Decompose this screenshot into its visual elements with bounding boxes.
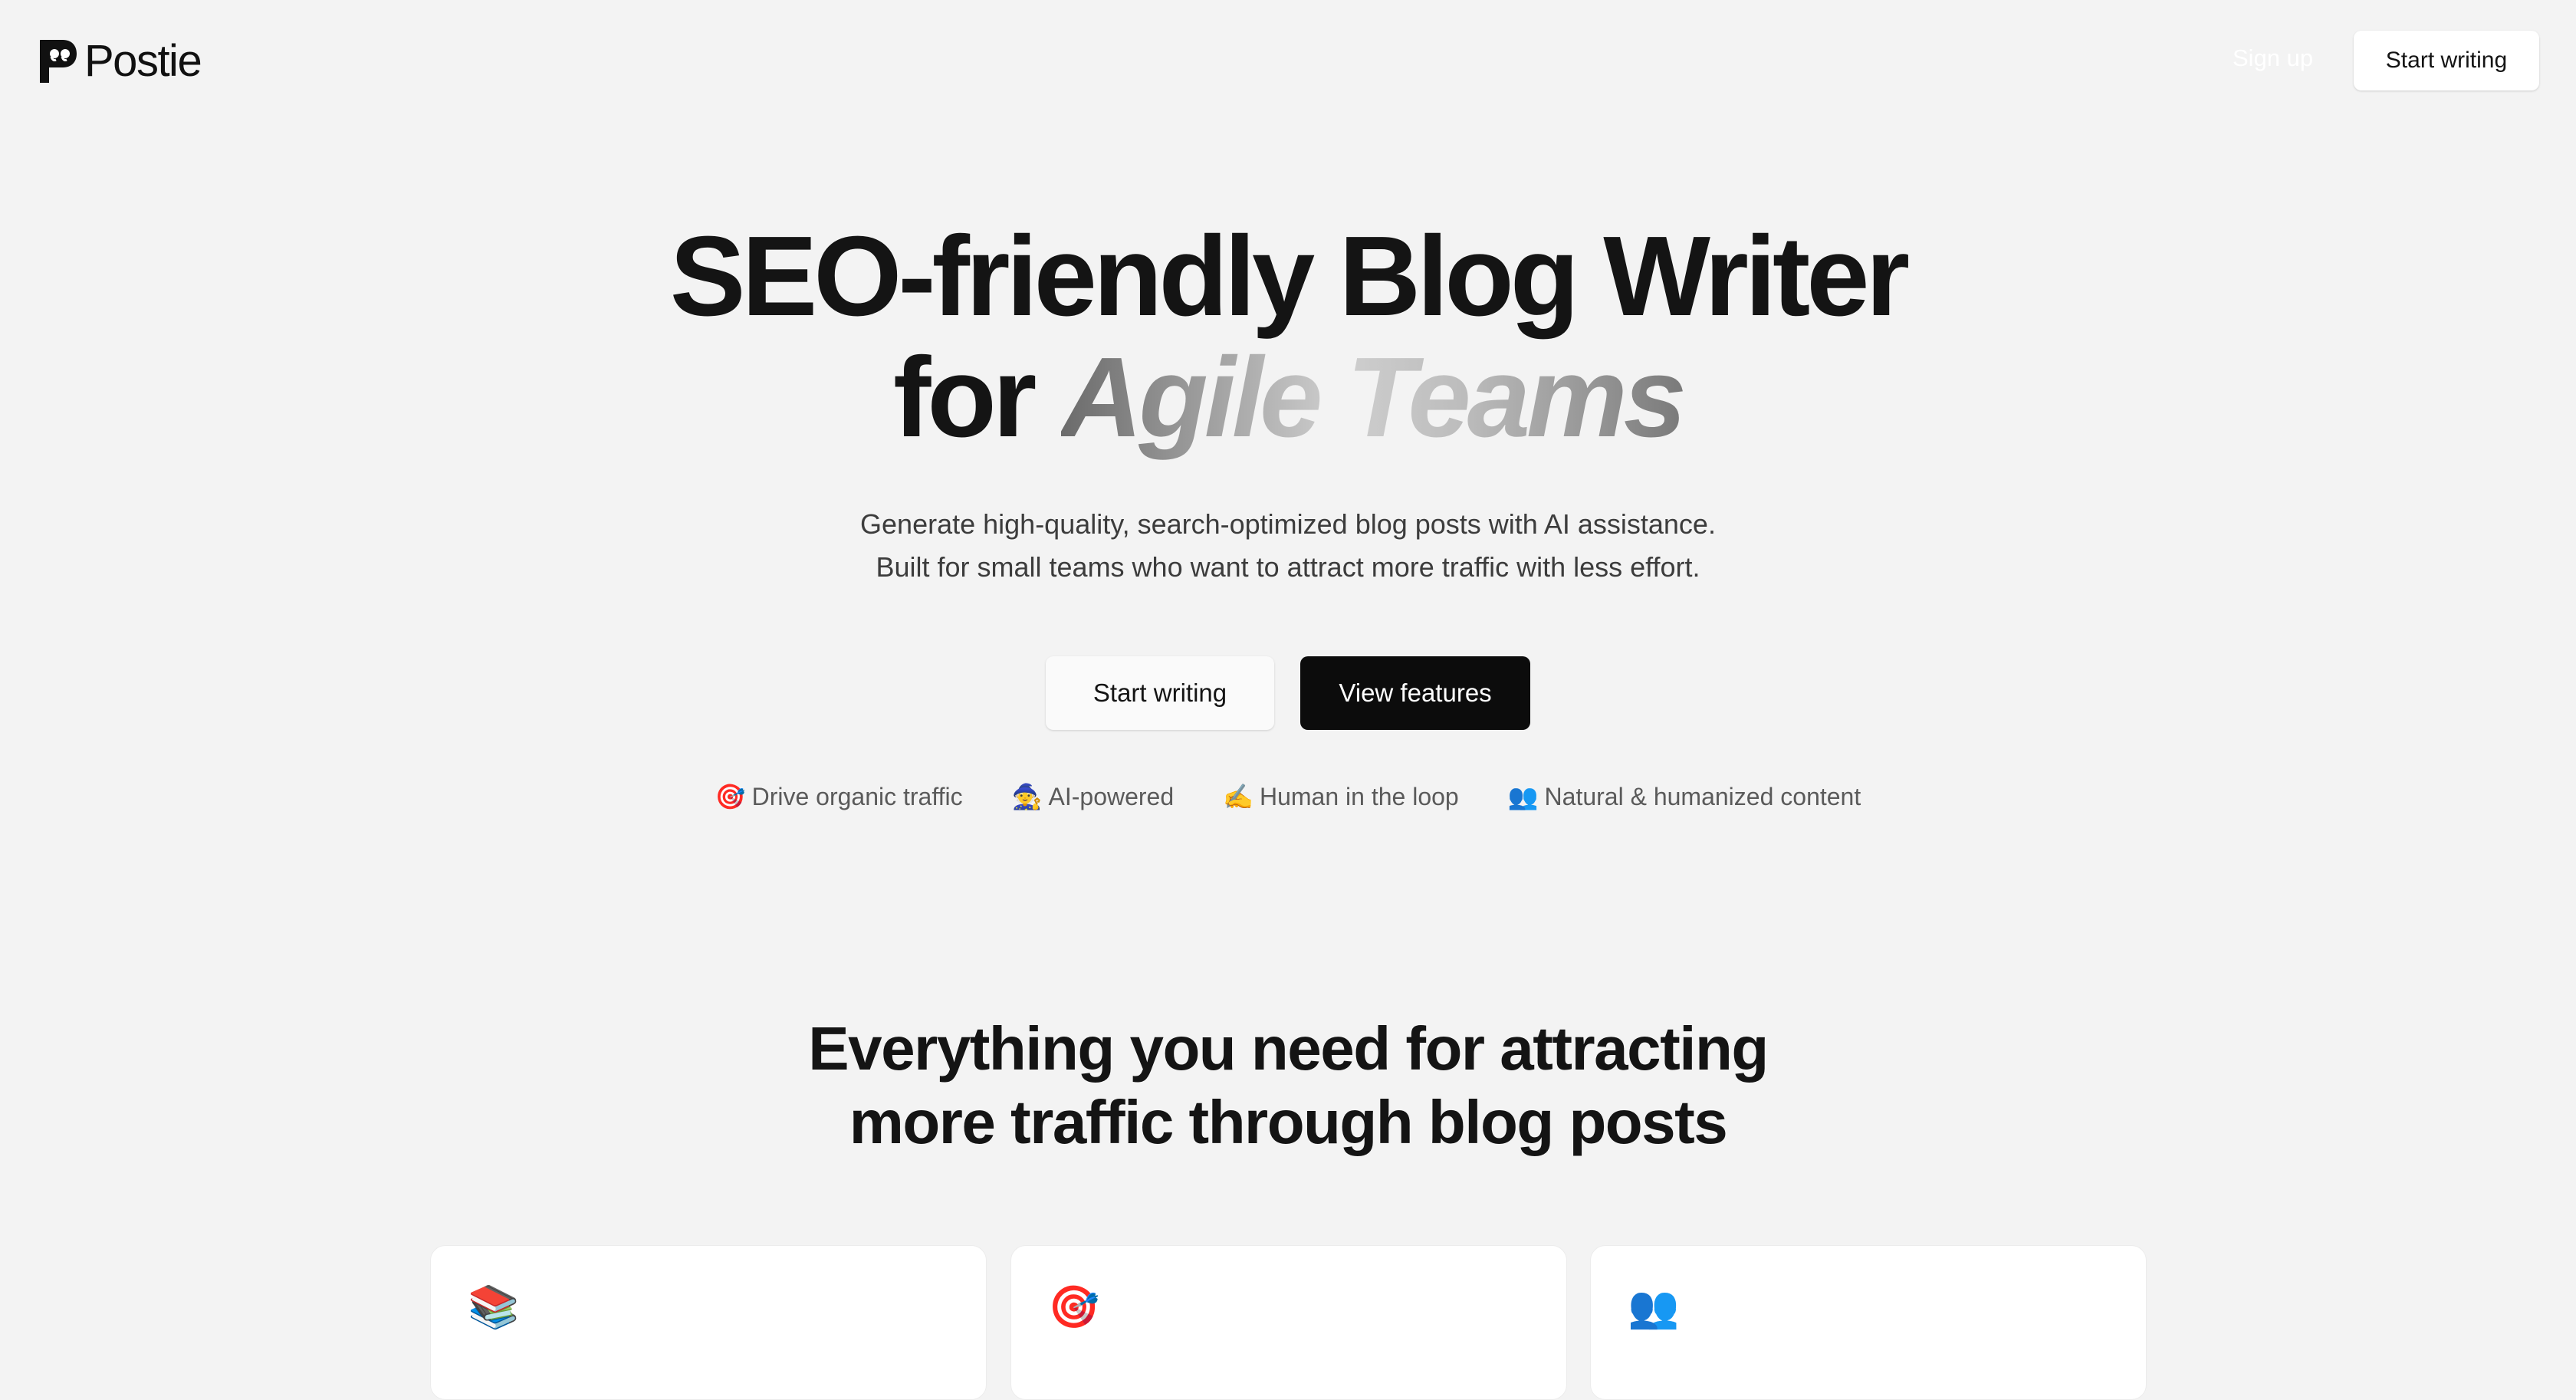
- brand-name: Postie: [84, 36, 202, 86]
- hero-subtitle: Generate high-quality, search-optimized …: [0, 503, 2576, 589]
- hero-title-line1: SEO-friendly Blog Writer: [669, 213, 1910, 340]
- feature-item-ai-powered: 🧙 AI-powered: [1012, 777, 1174, 816]
- cta-row: Start writing View features: [0, 656, 2576, 730]
- feature-card: 🎯: [1010, 1245, 1567, 1400]
- feature-item-human-in-loop: ✍️ Human in the loop: [1223, 777, 1459, 816]
- top-nav: Postie Sign up Start writing: [0, 0, 2576, 123]
- feature-card: 👥: [1590, 1245, 2147, 1400]
- section-title-line1: Everything you need for attracting: [808, 1014, 1769, 1083]
- nav-start-writing-button[interactable]: Start writing: [2354, 31, 2539, 90]
- target-icon: 🎯: [1048, 1284, 1100, 1330]
- section-title: Everything you need for attracting more …: [0, 1012, 2576, 1159]
- start-writing-button[interactable]: Start writing: [1046, 656, 1274, 730]
- people-icon: 👥: [1507, 783, 1539, 810]
- feature-label: Human in the loop: [1259, 783, 1459, 810]
- sign-up-link[interactable]: Sign up: [2233, 40, 2313, 77]
- feature-item-humanized-content: 👥 Natural & humanized content: [1508, 777, 1861, 816]
- hero-title-accent: Agile Teams: [1060, 334, 1687, 461]
- feature-card: 📚: [430, 1245, 987, 1400]
- feature-item-organic-traffic: 🎯 Drive organic traffic: [715, 777, 963, 816]
- writing-hand-icon: ✍️: [1223, 783, 1254, 810]
- target-icon: 🎯: [715, 783, 746, 810]
- postie-logo-icon: [40, 40, 77, 83]
- section-title-line2: more traffic through blog posts: [849, 1088, 1728, 1156]
- wizard-icon: 🧙: [1011, 783, 1043, 810]
- feature-label: Drive organic traffic: [751, 783, 963, 810]
- books-icon: 📚: [468, 1284, 520, 1330]
- hero-subtitle-line1: Generate high-quality, search-optimized …: [860, 508, 1716, 540]
- feature-label: Natural & humanized content: [1544, 783, 1861, 810]
- feature-highlights: 🎯 Drive organic traffic 🧙 AI-powered ✍️ …: [0, 777, 2576, 816]
- hero-subtitle-line2: Built for small teams who want to attrac…: [876, 551, 1700, 583]
- brand-logo[interactable]: Postie: [40, 34, 202, 89]
- people-icon: 👥: [1628, 1284, 1680, 1330]
- view-features-button[interactable]: View features: [1300, 656, 1530, 730]
- hero-title-prefix: for: [893, 334, 1061, 461]
- feature-label: AI-powered: [1048, 783, 1175, 810]
- hero-title: SEO-friendly Blog Writer for Agile Teams: [0, 216, 2576, 458]
- hero-title-line2: for Agile Teams: [0, 337, 2576, 458]
